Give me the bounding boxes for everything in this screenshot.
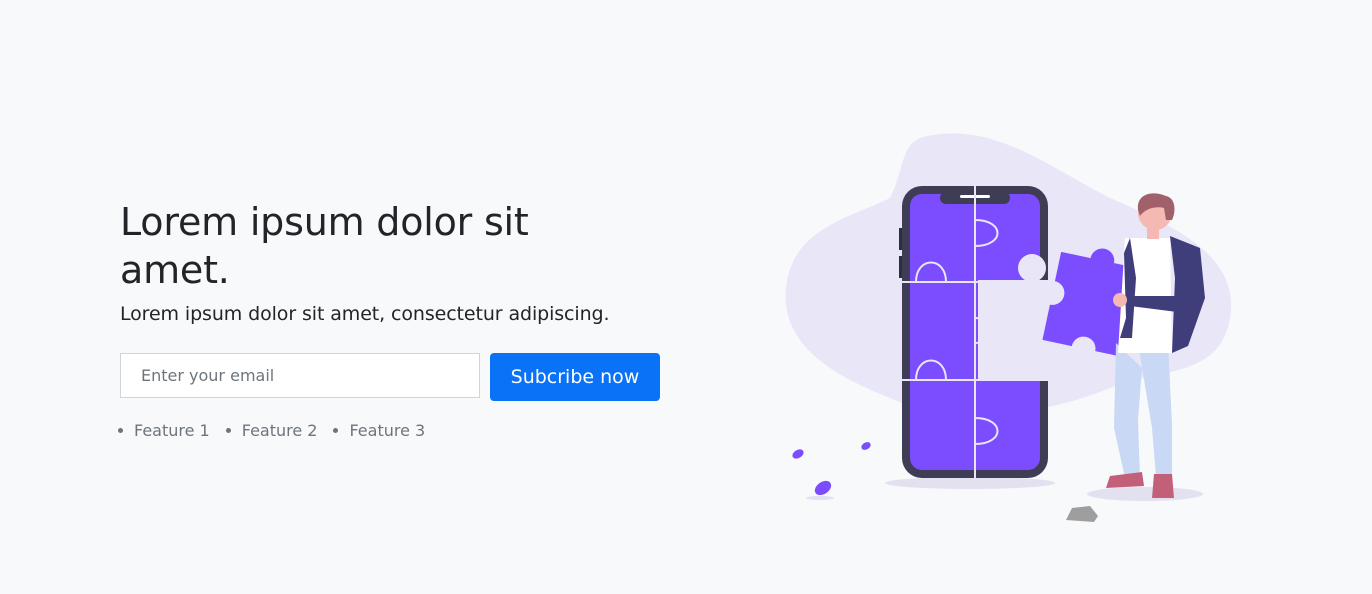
rock-icon <box>1066 506 1098 522</box>
feature-label: Feature 1 <box>134 421 210 440</box>
puzzle-gap <box>978 280 1048 380</box>
bullet-icon <box>333 428 339 433</box>
subscribe-form: Subcribe now <box>120 353 680 401</box>
email-input[interactable] <box>120 353 480 398</box>
feature-item: Feature 3 <box>333 421 425 440</box>
phone-side-button <box>899 228 902 250</box>
puzzle-phone-illustration <box>785 133 1232 522</box>
feature-label: Feature 2 <box>241 421 318 440</box>
person-shadow <box>1087 487 1203 501</box>
bullet-icon <box>225 428 231 433</box>
hero-content: Lorem ipsum dolor sit amet. Lorem ipsum … <box>118 198 680 440</box>
phone-shadow <box>885 477 1055 489</box>
hero-headline: Lorem ipsum dolor sit amet. <box>120 200 529 292</box>
puzzle-knob <box>1018 254 1046 282</box>
feature-item: Feature 2 <box>225 421 318 440</box>
bullet-icon <box>118 428 123 433</box>
hero-subheadline: Lorem ipsum dolor sit amet, consectetur … <box>120 303 610 325</box>
leaf-shadow <box>806 496 834 500</box>
leaf-icon <box>792 442 871 496</box>
feature-label: Feature 3 <box>349 421 426 440</box>
feature-list: Feature 1 Feature 2 Feature 3 <box>118 421 680 440</box>
feature-item: Feature 1 <box>118 421 210 440</box>
hero-section: Lorem ipsum dolor sit amet. Lorem ipsum … <box>0 0 1372 594</box>
phone-side-button <box>899 256 902 278</box>
subscribe-button[interactable]: Subcribe now <box>490 353 660 401</box>
